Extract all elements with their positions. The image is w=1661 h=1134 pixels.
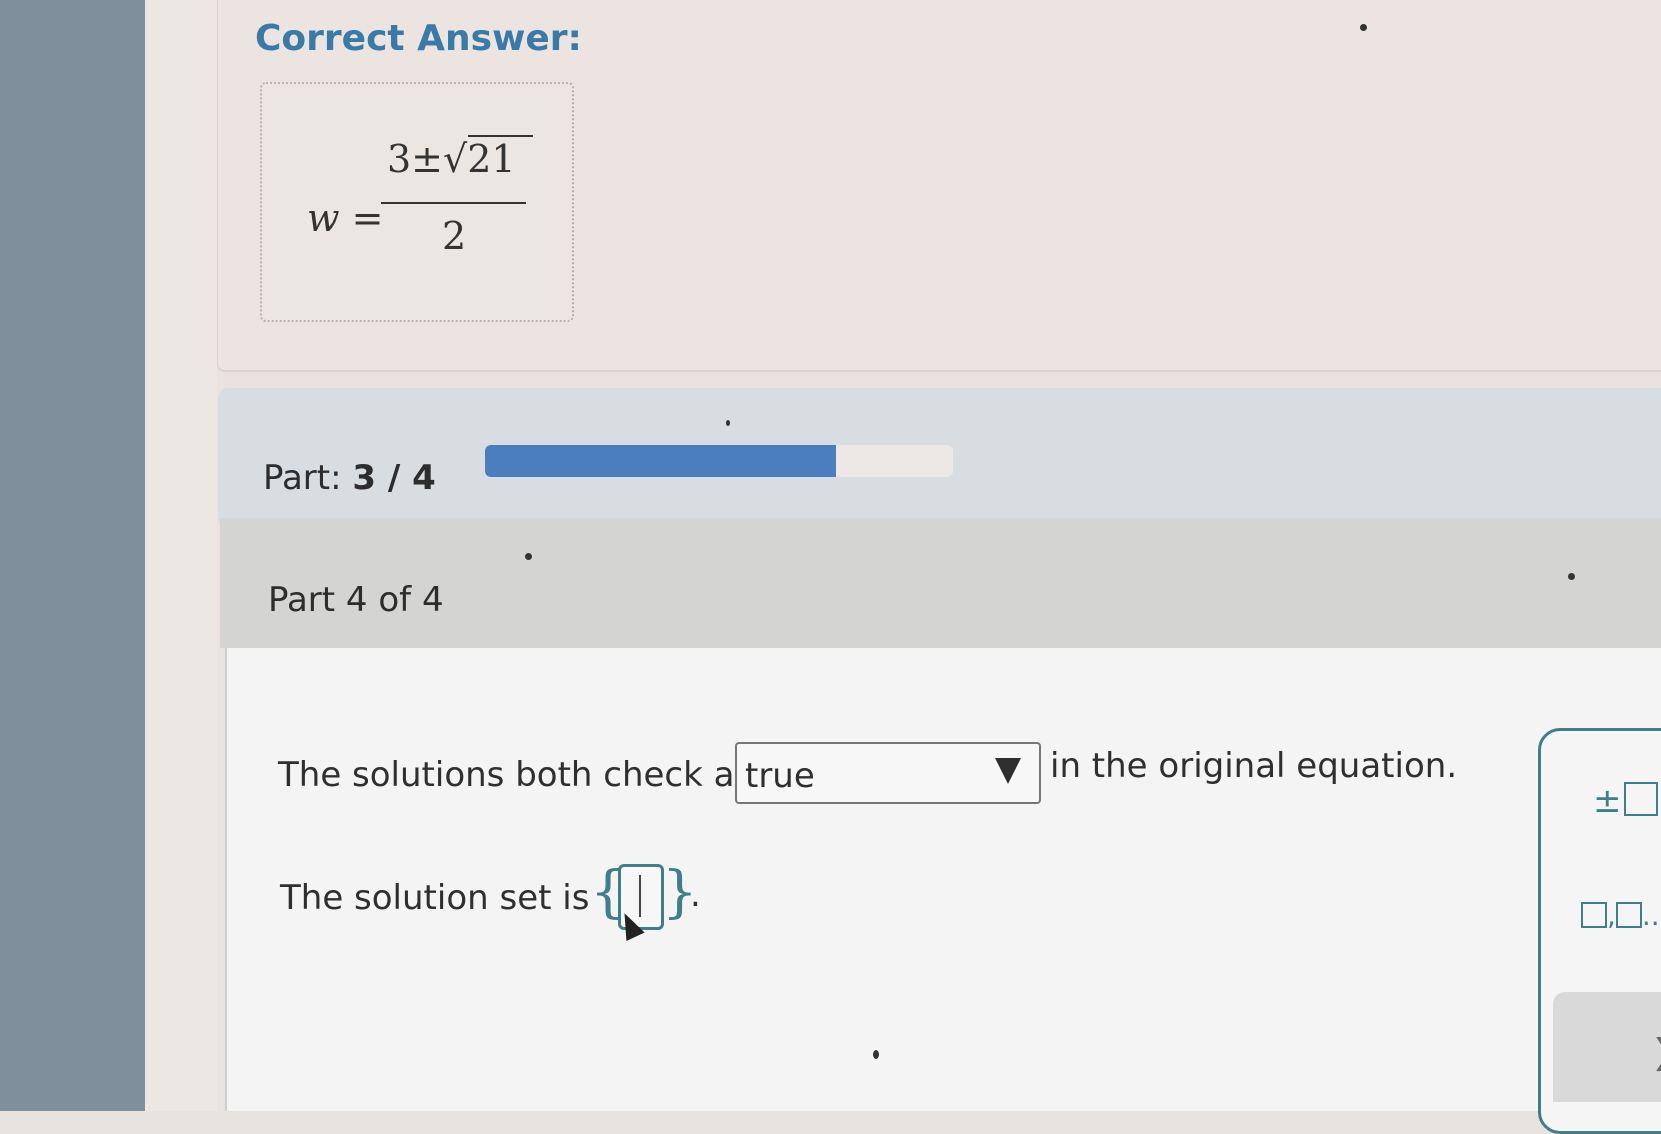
list-separator: , xyxy=(1607,899,1616,932)
left-sidebar xyxy=(0,0,145,1111)
box-placeholder-icon xyxy=(1623,782,1658,816)
check-dropdown[interactable]: true xyxy=(735,742,1041,804)
radicand: 21 xyxy=(467,137,516,181)
sqrt-bar xyxy=(468,135,533,137)
list-box-icon-2 xyxy=(1615,902,1642,928)
correct-answer-title: Correct Answer: xyxy=(255,18,582,59)
chevron-right-icon: ❯ xyxy=(1651,1032,1661,1072)
screen-speck xyxy=(873,1050,879,1059)
correct-answer-box: w = 3±√21 2 xyxy=(260,82,574,322)
list-ellipsis: ... xyxy=(1641,899,1661,932)
sentence-period: . xyxy=(690,875,701,915)
plus-minus-button[interactable]: ± xyxy=(1593,781,1658,821)
screen-speck xyxy=(1568,573,1575,580)
equation-numerator: 3±√21 xyxy=(387,135,533,181)
list-box-icon xyxy=(1581,902,1607,928)
fraction-bar xyxy=(381,202,526,204)
dropdown-value: true xyxy=(745,756,815,796)
screen-speck xyxy=(726,420,730,426)
progress-fill xyxy=(485,445,836,477)
sentence-check-suffix: in the original equation. xyxy=(1050,746,1458,786)
part-label-value: 3 / 4 xyxy=(352,458,436,498)
progress-track xyxy=(485,445,953,477)
part-header: Part 4 of 4 xyxy=(220,518,1661,648)
plus-minus-icon: ± xyxy=(1593,781,1622,821)
numerator-prefix: 3± xyxy=(387,137,444,181)
sqrt-symbol: √ xyxy=(443,137,468,181)
equation-lhs: w = xyxy=(307,196,384,240)
part-header-title: Part 4 of 4 xyxy=(268,580,444,620)
equation-denominator: 2 xyxy=(442,214,467,258)
next-button[interactable]: ❯ xyxy=(1553,992,1661,1102)
screen-speck xyxy=(1360,24,1367,31)
screen-speck xyxy=(525,553,532,560)
list-button[interactable]: ,... xyxy=(1581,899,1661,932)
sentence-solution-set: The solution set is xyxy=(280,878,590,918)
part-label-prefix: Part: xyxy=(263,458,342,498)
part-progress-label: Part: 3 / 4 xyxy=(263,458,436,498)
dropdown-arrow-icon[interactable] xyxy=(995,758,1021,784)
text-caret xyxy=(639,875,641,917)
left-gutter xyxy=(145,0,217,1111)
sentence-check-prefix: The solutions both check as xyxy=(278,755,753,795)
